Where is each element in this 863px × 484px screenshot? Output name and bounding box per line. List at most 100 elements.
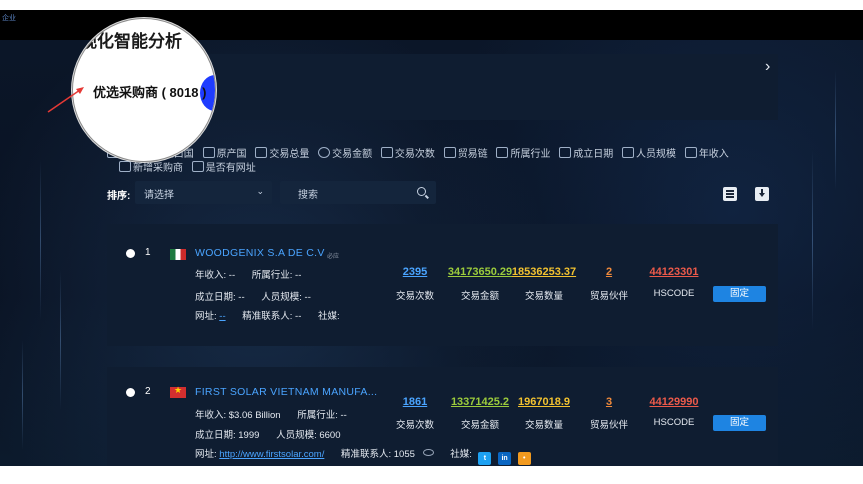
staff-size: 人员规模: -- (261, 292, 311, 303)
info-line: 网址: -- 精准联系人: -- 社媒: (195, 308, 340, 322)
row-index: 2 (145, 386, 151, 397)
list-icon[interactable] (723, 187, 737, 201)
filter-label: 交易金额 (332, 149, 373, 160)
trade-count-label: 交易次数 (395, 291, 434, 302)
calendar-grid-icon (380, 147, 393, 158)
info-line: 网址: http://www.firstsolar.com/ 精准联系人: 10… (195, 446, 531, 465)
calendar-icon (559, 147, 572, 158)
twitter-icon[interactable]: t (478, 452, 492, 465)
layers-icon (255, 147, 268, 158)
trade-partners[interactable]: 2 (597, 266, 621, 278)
website-label: 网址: (195, 311, 217, 322)
magnifier-overlay: 可视化智能分析 优选采购商 ( 8018 ) (72, 18, 216, 162)
revenue: 年收入: $3.06 Billion (195, 410, 281, 421)
company-card: 1 WOODGENIX S.A DE C.V 必应 年收入: -- 所属行业: … (107, 224, 778, 346)
staff-size: 人员规模: 6600 (276, 430, 341, 441)
info-line: 成立日期: 1999 人员规模: 6600 (195, 427, 340, 441)
filter-amount[interactable]: 交易金额 (318, 147, 372, 161)
industry: 所属行业: -- (251, 270, 302, 281)
filter-label: 所属行业 (510, 149, 551, 160)
website-link[interactable]: -- (219, 311, 225, 322)
decor-line (835, 70, 836, 190)
buyer-count-title: 优选采购商 ( 8018 ) (93, 85, 207, 100)
select-radio[interactable] (126, 249, 135, 258)
trade-quantity[interactable]: 18536253.37 (511, 266, 577, 278)
company-name[interactable]: WOODGENIX S.A DE C.V (195, 247, 325, 259)
select-radio[interactable] (126, 388, 135, 397)
founded-date: 成立日期: -- (195, 292, 245, 303)
founded-date: 成立日期: 1999 (195, 430, 260, 441)
filter-new-buyers[interactable]: 新增采购商 (119, 161, 183, 175)
filter-industry[interactable]: 所属行业 (496, 147, 550, 161)
linkedin-icon[interactable]: in (498, 452, 512, 465)
company-name[interactable]: FIRST SOLAR VIETNAM MANUFA... (195, 386, 377, 398)
chevron-down-icon: ⌄ (256, 186, 264, 196)
sort-select[interactable]: 请选择 ⌄ (135, 181, 272, 204)
filter-revenue[interactable]: 年收入 (684, 147, 729, 161)
trade-amount[interactable]: 13371425.2 (447, 396, 513, 408)
trade-amount[interactable]: 34173650.29 (447, 266, 513, 278)
trade-partners[interactable]: 3 (597, 396, 621, 408)
company-card: 2 FIRST SOLAR VIETNAM MANUFA... 年收入: $3.… (107, 367, 778, 466)
info-line: 成立日期: -- 人员规模: -- (195, 289, 311, 303)
website-link[interactable]: http://www.firstsolar.com/ (219, 449, 324, 460)
hscode[interactable]: 44129990 (645, 396, 703, 408)
filter-label: 贸易链 (457, 149, 488, 160)
money-icon (119, 161, 131, 172)
vietnam-flag-icon (170, 385, 186, 398)
source-tag: 必应 (327, 254, 340, 260)
people-icon (622, 147, 635, 158)
trade-count[interactable]: 2395 (398, 266, 432, 278)
search-icon[interactable] (417, 187, 426, 196)
search-input[interactable]: 搜索 (280, 181, 436, 204)
filter-label: 成立日期 (573, 149, 614, 160)
website-label: 网址: (195, 449, 217, 460)
trade-quantity[interactable]: 1967018.9 (511, 396, 577, 408)
chevron-right-icon[interactable]: › (765, 58, 770, 76)
social-label: 社媒: (450, 449, 472, 460)
decor-line (60, 270, 61, 410)
filter-label: 新增采购商 (133, 163, 183, 174)
briefcase-icon (496, 147, 509, 158)
contacts: 精准联系人: 1055 (340, 449, 415, 460)
social-label: 社媒: (318, 311, 340, 322)
trade-amount-label: 交易金额 (460, 420, 499, 431)
filter-count[interactable]: 交易次数 (380, 147, 435, 161)
pin-button[interactable]: 固定 (713, 286, 766, 302)
app-frame: 企业 › 年份 进口国 原产国 交易总量 交易金额 交易次数 贸易链 所属行业 … (0, 10, 863, 466)
filter-origin-country[interactable]: 原产国 (202, 147, 247, 161)
filter-bar: 年份 进口国 原产国 交易总量 交易金额 交易次数 贸易链 所属行业 成立日期 … (107, 147, 747, 175)
pin-button[interactable]: 固定 (713, 415, 766, 431)
row-index: 1 (145, 247, 151, 258)
filter-label: 年收入 (698, 149, 729, 160)
filter-trade-chain[interactable]: 贸易链 (443, 147, 488, 161)
filter-staff-size[interactable]: 人员规模 (622, 147, 676, 161)
eye-icon[interactable] (422, 449, 434, 456)
filter-label: 交易次数 (394, 149, 435, 160)
trade-quantity-label: 交易数量 (524, 420, 563, 431)
trade-quantity-label: 交易数量 (524, 291, 563, 302)
filter-label: 原产国 (216, 149, 247, 160)
trade-amount-label: 交易金额 (460, 291, 499, 302)
mexico-flag-icon (170, 249, 186, 260)
trade-count[interactable]: 1861 (398, 396, 432, 408)
rss-icon[interactable]: • (517, 452, 531, 465)
annotation-arrow-icon (47, 87, 84, 113)
sort-label: 排序: (107, 191, 131, 202)
search-placeholder: 搜索 (298, 190, 318, 201)
top-link[interactable]: 企业 (2, 13, 16, 23)
trade-partners-label: 贸易伙伴 (589, 291, 628, 302)
hscode-label: HSCODE (653, 417, 695, 428)
filter-label: 是否有网址 (205, 163, 256, 174)
filter-has-website[interactable]: 是否有网址 (191, 161, 256, 175)
download-icon[interactable] (755, 187, 769, 201)
hscode[interactable]: 44123301 (645, 266, 703, 278)
filter-founded-date[interactable]: 成立日期 (559, 147, 613, 161)
link-icon (191, 161, 204, 172)
contacts: 精准联系人: -- (242, 311, 302, 322)
revenue: 年收入: -- (195, 270, 236, 281)
sort-select-value: 请选择 (144, 190, 174, 201)
filter-total-volume[interactable]: 交易总量 (255, 147, 309, 161)
decor-line (812, 150, 813, 330)
filter-label: 人员规模 (636, 149, 677, 160)
